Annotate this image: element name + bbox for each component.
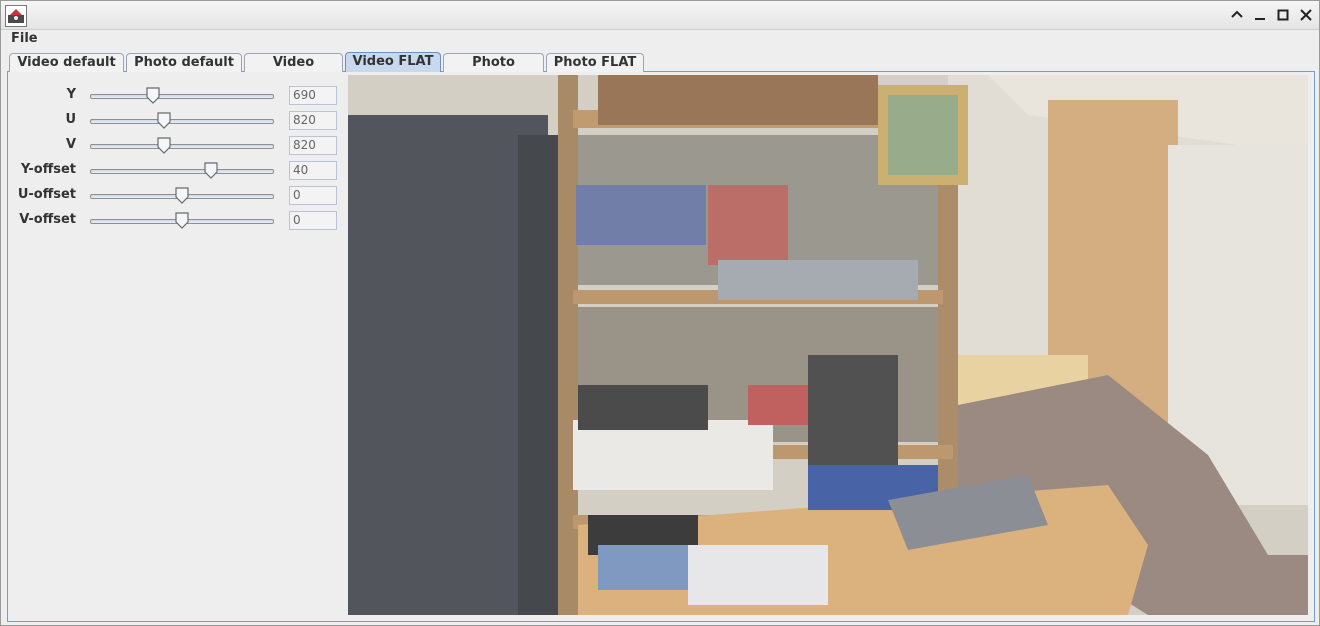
control-label: V <box>65 137 76 152</box>
control-label: U <box>65 112 76 127</box>
slider-track[interactable] <box>90 119 274 124</box>
slider-track[interactable] <box>90 169 274 174</box>
tab-photo-default[interactable]: Photo default <box>126 53 242 72</box>
control-label: Y <box>66 87 76 102</box>
slider-thumb[interactable] <box>204 162 219 179</box>
tab-photo-vivid[interactable]: Photo VIVID <box>443 53 544 87</box>
control-label: Y-offset <box>20 162 76 177</box>
control-row-y: Y 690 <box>8 84 346 106</box>
slider-thumb[interactable] <box>145 87 160 104</box>
tab-video-flat[interactable]: Video FLAT <box>345 52 441 72</box>
v-value-field[interactable]: 820 <box>289 136 337 155</box>
control-row-u-offset: U-offset 0 <box>8 184 346 206</box>
control-label: V-offset <box>19 212 76 227</box>
slider-track[interactable] <box>90 94 274 99</box>
tab-photo-flat[interactable]: Photo FLAT <box>546 53 644 72</box>
slider-thumb[interactable] <box>175 212 189 229</box>
tab-strip: Video default Photo default Video VIVID … <box>7 50 1315 87</box>
y-offset-slider[interactable] <box>90 162 274 179</box>
control-row-y-offset: Y-offset 40 <box>8 159 346 181</box>
u-offset-slider[interactable] <box>90 187 274 204</box>
control-panel: Y 690 U 820 V 820 Y-offset 40 U-offset 0… <box>8 72 346 620</box>
u-offset-value-field[interactable]: 0 <box>289 186 337 205</box>
u-value-field[interactable]: 820 <box>289 111 337 130</box>
video-preview <box>348 75 1308 615</box>
y-slider[interactable] <box>90 87 274 104</box>
java-app-icon <box>5 5 27 27</box>
control-row-v: V 820 <box>8 134 346 156</box>
close-icon[interactable] <box>1298 7 1314 23</box>
menu-bar: File <box>1 30 1319 50</box>
chevron-up-icon[interactable] <box>1229 7 1245 23</box>
v-offset-value-field[interactable]: 0 <box>289 211 337 230</box>
tab-content-panel: Y 690 U 820 V 820 Y-offset 40 U-offset 0… <box>7 72 1315 622</box>
tab-video-vivid[interactable]: Video VIVID <box>244 53 343 87</box>
slider-thumb[interactable] <box>156 137 171 154</box>
slider-thumb[interactable] <box>175 187 189 204</box>
v-slider[interactable] <box>90 137 274 154</box>
maximize-icon[interactable] <box>1275 7 1291 23</box>
control-row-v-offset: V-offset 0 <box>8 209 346 231</box>
minimize-icon[interactable] <box>1252 7 1268 23</box>
y-offset-value-field[interactable]: 40 <box>289 161 337 180</box>
tab-video-default[interactable]: Video default <box>9 53 124 72</box>
slider-track[interactable] <box>90 144 274 149</box>
slider-thumb[interactable] <box>156 112 171 129</box>
menu-file[interactable]: File <box>11 31 38 46</box>
video-frame-image <box>348 75 1308 615</box>
control-label: U-offset <box>17 187 76 202</box>
title-bar[interactable] <box>1 1 1319 30</box>
app-window: File Video default Photo default Video V… <box>0 0 1320 626</box>
control-row-u: U 820 <box>8 109 346 131</box>
y-value-field[interactable]: 690 <box>289 86 337 105</box>
v-offset-slider[interactable] <box>90 212 274 229</box>
u-slider[interactable] <box>90 112 274 129</box>
